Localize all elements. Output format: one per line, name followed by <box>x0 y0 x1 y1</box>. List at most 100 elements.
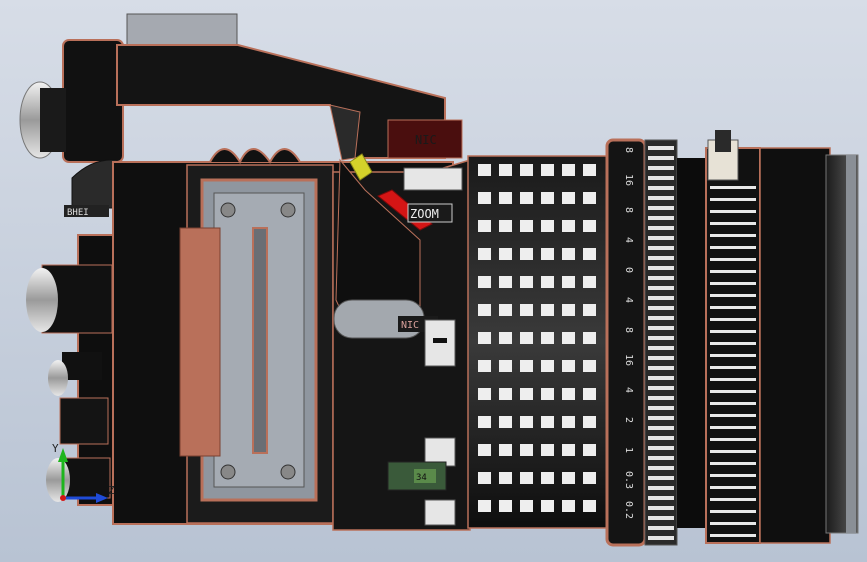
focus-scale-label: 8 <box>623 207 634 213</box>
focus-ring-tick <box>648 326 674 330</box>
grip-square <box>520 472 533 484</box>
grip-square <box>541 472 554 484</box>
grip-square <box>478 220 491 232</box>
focus-ring-tick <box>648 516 674 520</box>
grip-square <box>520 416 533 428</box>
focus-scale-label: 4 <box>623 297 634 303</box>
grip-square <box>583 360 596 372</box>
grip-square <box>520 192 533 204</box>
grip-square <box>583 388 596 400</box>
grip-square <box>520 276 533 288</box>
grip-square <box>583 164 596 176</box>
zoom-ring-tick <box>710 330 756 333</box>
focus-ring <box>644 139 678 546</box>
grip-square <box>478 444 491 456</box>
focus-ring-tick <box>648 206 674 210</box>
focus-ring-tick <box>648 506 674 510</box>
focus-ring-tick <box>648 146 674 150</box>
zoom-ring-tick <box>710 510 756 513</box>
zoom-ring <box>705 147 761 544</box>
grip-square <box>541 444 554 456</box>
focus-scale-label: 0.2 <box>623 501 634 519</box>
zoom-ring-tick <box>710 354 756 357</box>
focus-scale-label: 1 <box>623 447 634 453</box>
zoom-ring-tick <box>710 234 756 237</box>
grip-square <box>562 388 575 400</box>
grip-square <box>541 304 554 316</box>
grip-square <box>520 388 533 400</box>
focus-ring-tick <box>648 256 674 260</box>
focus-ring-tick <box>648 156 674 160</box>
viewfinder-housing: NIC <box>116 13 463 161</box>
focus-scale-label: 8 <box>623 147 634 153</box>
grip-square <box>478 248 491 260</box>
zoom-ring-tick <box>710 378 756 381</box>
focus-ring-tick <box>648 406 674 410</box>
grip-square <box>520 444 533 456</box>
green-tag-text: 34 <box>416 473 427 483</box>
screw <box>220 464 236 480</box>
grip-square <box>562 276 575 288</box>
grip-square <box>541 388 554 400</box>
focus-ring-tick <box>648 386 674 390</box>
camera-cad-drawing: BHEI NIC ZOOM NIC 34 81684048164210.30.2… <box>19 13 859 547</box>
focus-ring-tick <box>648 356 674 360</box>
grip-square <box>583 276 596 288</box>
focus-scale-label: 4 <box>623 237 634 243</box>
focus-ring-tick <box>648 166 674 170</box>
focus-ring-tick <box>648 196 674 200</box>
focus-scale-label: 8 <box>623 327 634 333</box>
zoom-ring-tick <box>710 438 756 441</box>
focus-ring-tick <box>648 496 674 500</box>
zoom-ring-tick <box>710 186 756 189</box>
grip-square <box>499 388 512 400</box>
grip-square <box>541 332 554 344</box>
grip-square <box>562 164 575 176</box>
grip-square <box>583 416 596 428</box>
zoom-ring-tick <box>710 462 756 465</box>
grip-square <box>562 332 575 344</box>
grip-square <box>562 472 575 484</box>
zoom-ring-tick <box>710 318 756 321</box>
focus-ring-tick <box>648 286 674 290</box>
focus-ring-tick <box>648 466 674 470</box>
zoom-ring-tick <box>710 282 756 285</box>
screw <box>280 464 296 480</box>
mode-label: NIC <box>401 320 419 331</box>
grip-square <box>583 332 596 344</box>
focus-ring-tick <box>648 266 674 270</box>
zoom-ring-tick <box>710 246 756 249</box>
grip-square <box>478 192 491 204</box>
grip-square <box>541 360 554 372</box>
focus-ring-tick <box>648 536 674 540</box>
grip-square <box>478 388 491 400</box>
grip-square <box>520 164 533 176</box>
zoom-ring-tick <box>710 522 756 525</box>
zoom-ring-tick <box>710 366 756 369</box>
focus-ring-tick <box>648 526 674 530</box>
grip-square <box>499 164 512 176</box>
grip-square <box>562 192 575 204</box>
grip-square <box>478 472 491 484</box>
grip-square <box>499 444 512 456</box>
focus-ring-tick <box>648 476 674 480</box>
zoom-ring-tick <box>710 498 756 501</box>
focus-ring-tick <box>648 436 674 440</box>
focus-ring-tick <box>648 246 674 250</box>
strap-mount <box>71 159 118 209</box>
focus-ring-tick <box>648 276 674 280</box>
grip-square <box>583 220 596 232</box>
screw <box>280 202 296 218</box>
focus-scale-label: 2 <box>623 417 634 423</box>
grip-square <box>520 304 533 316</box>
control-knob-3 <box>46 458 70 502</box>
left-controls: BHEI <box>19 39 124 506</box>
zoom-ring-tick <box>710 294 756 297</box>
zoom-ring-tick <box>710 270 756 273</box>
grip-square <box>520 220 533 232</box>
zoom-ring-tick <box>710 222 756 225</box>
axis-y-label: Y <box>52 442 59 455</box>
grip-square <box>562 248 575 260</box>
control-knob-1 <box>26 268 58 332</box>
grip-square <box>583 248 596 260</box>
